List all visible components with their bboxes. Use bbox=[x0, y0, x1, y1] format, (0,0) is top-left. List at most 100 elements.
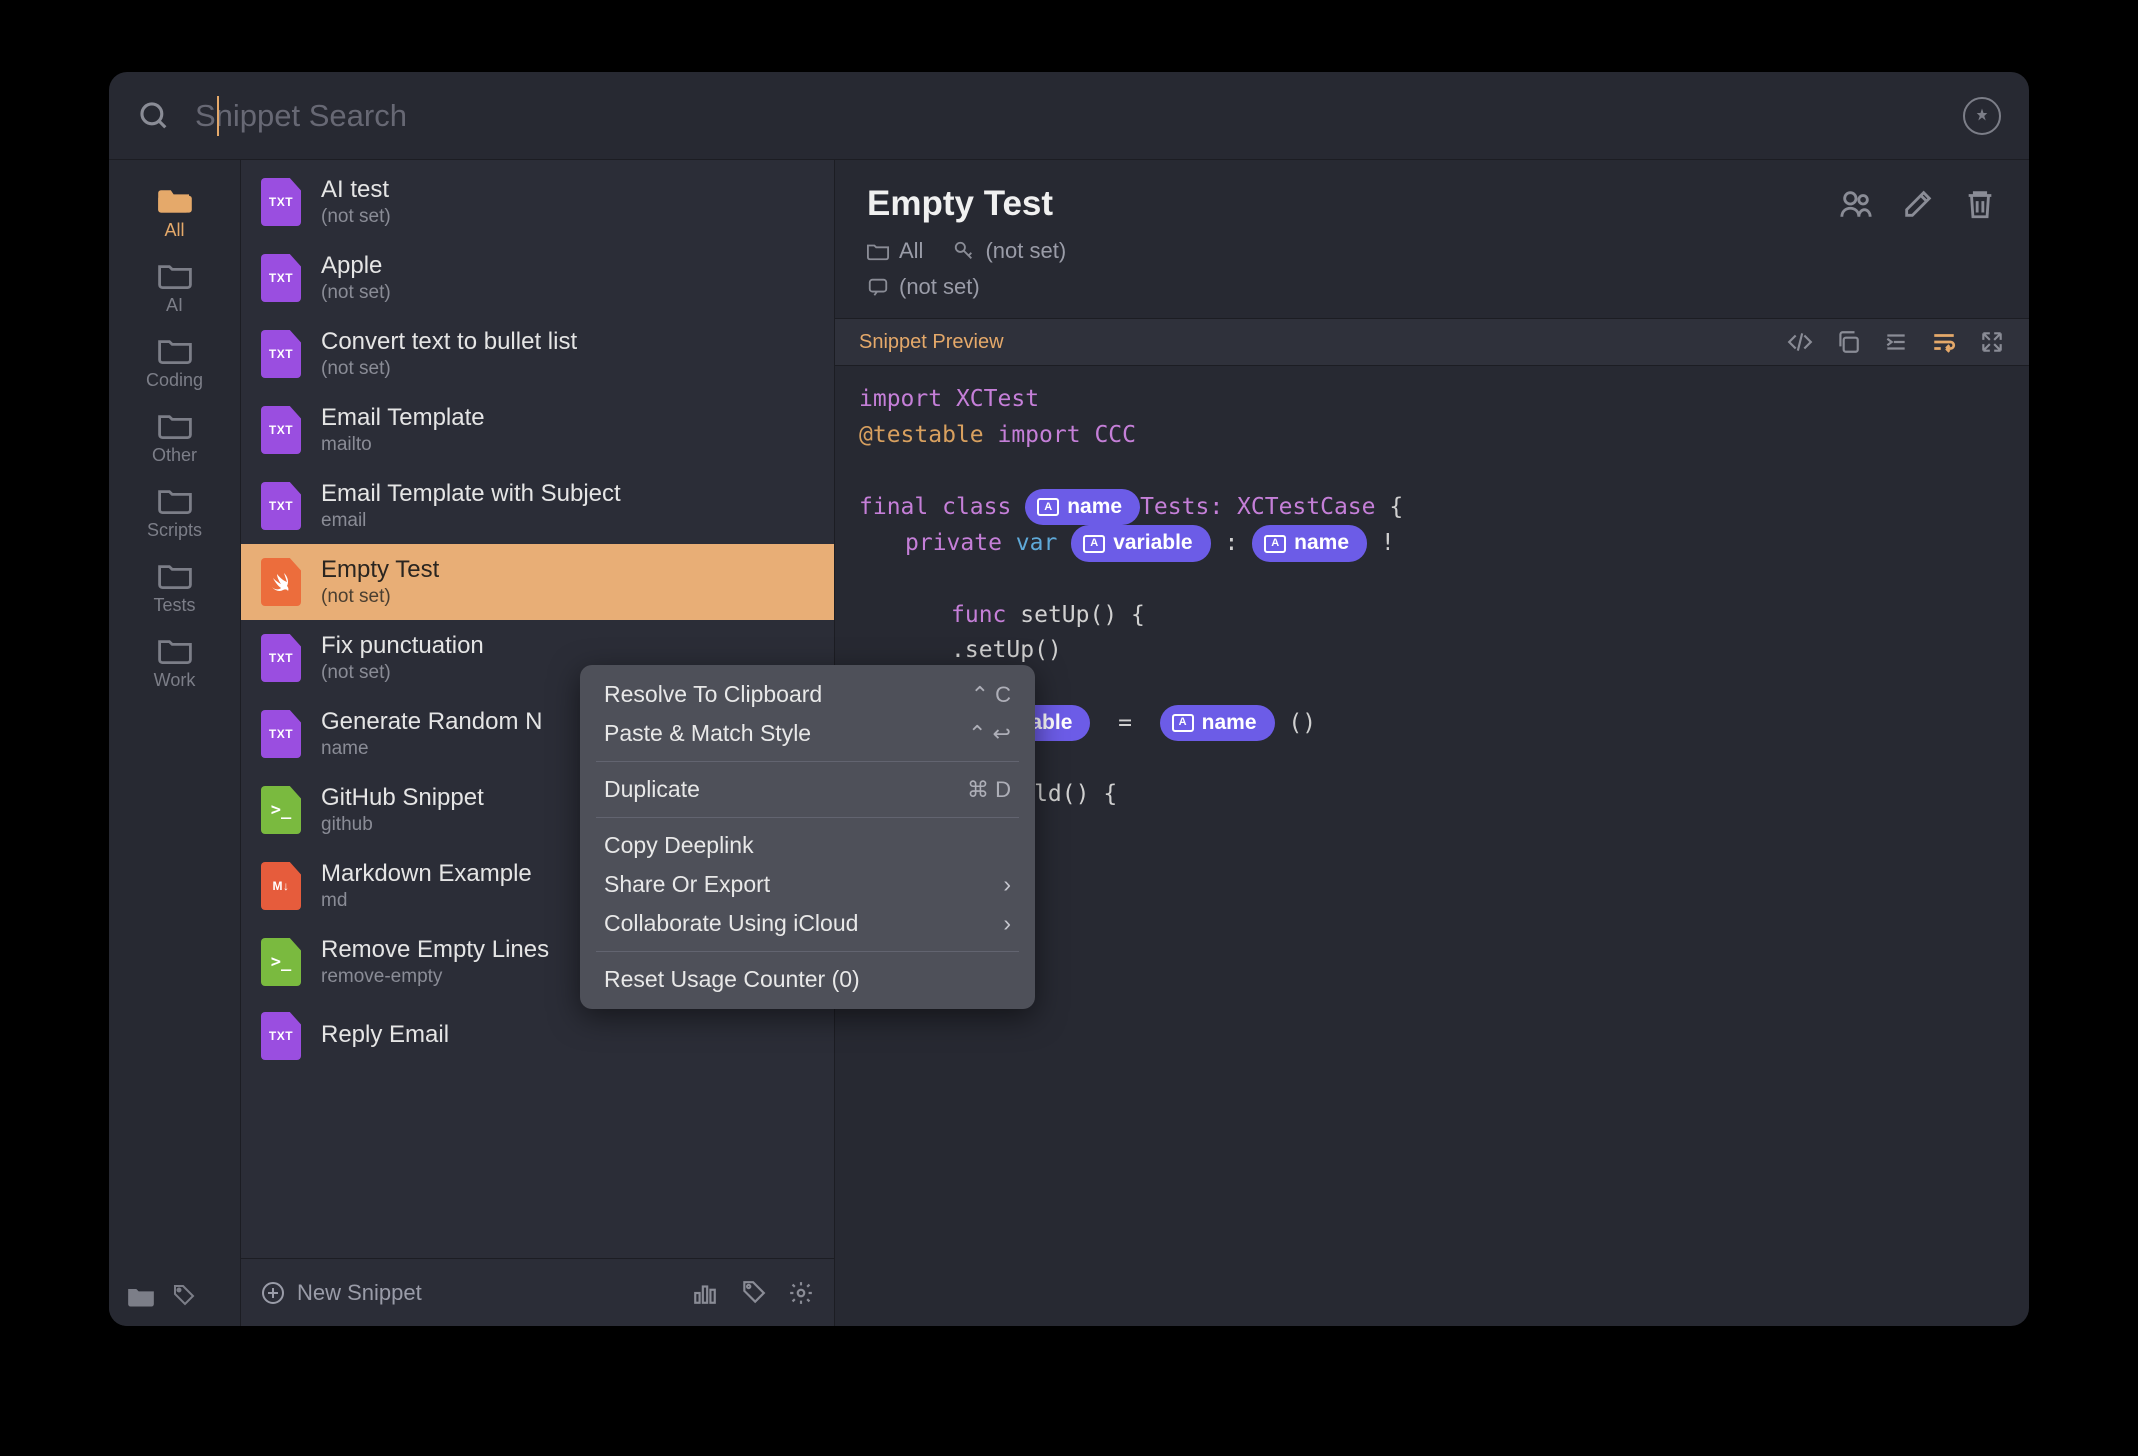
preview-header: Snippet Preview bbox=[835, 318, 2029, 366]
copy-icon[interactable] bbox=[1835, 329, 1861, 355]
snippet-item-selected[interactable]: Empty Test(not set) bbox=[241, 544, 834, 620]
punct: () bbox=[1288, 709, 1316, 735]
folder-icon bbox=[158, 336, 192, 364]
code-icon[interactable] bbox=[1787, 329, 1813, 355]
snippet-title: Markdown Example bbox=[321, 860, 532, 888]
detail-keyword-label: (not set) bbox=[985, 238, 1066, 264]
pin-icon bbox=[1973, 107, 1991, 125]
snippet-title: Remove Empty Lines bbox=[321, 936, 549, 964]
file-txt-icon: TXT bbox=[261, 406, 301, 454]
main-area: All AI Coding Other Scripts Tests bbox=[109, 160, 2029, 1326]
snippet-sub: github bbox=[321, 814, 484, 836]
file-txt-icon: TXT bbox=[261, 710, 301, 758]
ctx-resolve-clipboard[interactable]: Resolve To Clipboard⌃ C bbox=[580, 675, 1035, 714]
ctx-duplicate[interactable]: Duplicate⌘ D bbox=[580, 770, 1035, 809]
sidebar-item-ai[interactable]: AI bbox=[109, 249, 240, 324]
snippet-title: AI test bbox=[321, 176, 391, 204]
detail-note[interactable]: (not set) bbox=[867, 274, 980, 300]
file-txt-icon: TXT bbox=[261, 330, 301, 378]
ctx-copy-deeplink[interactable]: Copy Deeplink bbox=[580, 826, 1035, 865]
sidebar-item-other[interactable]: Other bbox=[109, 399, 240, 474]
chevron-right-icon: › bbox=[1003, 910, 1011, 937]
tag-small-icon[interactable] bbox=[169, 1284, 197, 1308]
snippet-item[interactable]: TXT Convert text to bullet list(not set) bbox=[241, 316, 834, 392]
snippet-item[interactable]: TXT Reply Email bbox=[241, 1000, 834, 1072]
ctx-collaborate-icloud[interactable]: Collaborate Using iCloud› bbox=[580, 904, 1035, 943]
snippet-item[interactable]: TXT Apple(not set) bbox=[241, 240, 834, 316]
key-icon bbox=[953, 240, 975, 262]
sidebar-item-coding[interactable]: Coding bbox=[109, 324, 240, 399]
kw: import bbox=[859, 386, 942, 412]
trash-icon[interactable] bbox=[1963, 187, 1997, 221]
snippet-item[interactable]: TXT Email Template with Subjectemail bbox=[241, 468, 834, 544]
snippet-title: Empty Test bbox=[321, 556, 439, 584]
folder-icon bbox=[158, 411, 192, 439]
snippet-item[interactable]: TXT Email Templatemailto bbox=[241, 392, 834, 468]
ctx-separator bbox=[596, 761, 1019, 762]
snippet-sub: (not set) bbox=[321, 206, 391, 228]
snippet-title: Fix punctuation bbox=[321, 632, 484, 660]
folder-icon bbox=[158, 486, 192, 514]
file-txt-icon: TXT bbox=[261, 178, 301, 226]
wrap-icon[interactable] bbox=[1931, 329, 1957, 355]
type: CCC bbox=[1094, 422, 1136, 448]
plus-circle-icon bbox=[261, 1281, 285, 1305]
snippet-sub: (not set) bbox=[321, 358, 577, 380]
sidebar-item-tests[interactable]: Tests bbox=[109, 549, 240, 624]
fn: setUp() { bbox=[1020, 602, 1145, 628]
ctx-reset-counter[interactable]: Reset Usage Counter (0) bbox=[580, 960, 1035, 999]
new-snippet-button[interactable]: New Snippet bbox=[261, 1280, 422, 1306]
expand-icon[interactable] bbox=[1979, 329, 2005, 355]
kw: private bbox=[905, 530, 1002, 556]
folder-icon bbox=[158, 636, 192, 664]
file-sh-icon: >_ bbox=[261, 938, 301, 986]
placeholder-pill[interactable]: Aname bbox=[1025, 489, 1140, 526]
snippet-title: GitHub Snippet bbox=[321, 784, 484, 812]
snippet-title: Generate Random N bbox=[321, 708, 542, 736]
snippet-sub: (not set) bbox=[321, 586, 439, 608]
tag-icon[interactable] bbox=[740, 1280, 766, 1306]
edit-icon[interactable] bbox=[1901, 187, 1935, 221]
ctx-paste-match[interactable]: Paste & Match Style⌃ ↩ bbox=[580, 714, 1035, 753]
kw: func bbox=[951, 602, 1006, 628]
sidebar-item-scripts[interactable]: Scripts bbox=[109, 474, 240, 549]
file-txt-icon: TXT bbox=[261, 254, 301, 302]
stats-icon[interactable] bbox=[692, 1280, 718, 1306]
snippet-sub: email bbox=[321, 510, 621, 532]
sidebar-item-all[interactable]: All bbox=[109, 174, 240, 249]
folder-icon bbox=[158, 261, 192, 289]
sidebar-label: AI bbox=[166, 295, 183, 316]
placeholder-pill[interactable]: Aname bbox=[1160, 705, 1275, 742]
pin-button[interactable] bbox=[1963, 97, 2001, 135]
type: Tests: bbox=[1140, 494, 1223, 520]
placeholder-pill[interactable]: Avariable bbox=[1071, 525, 1210, 562]
sidebar-label: Scripts bbox=[147, 520, 202, 541]
file-txt-icon: TXT bbox=[261, 634, 301, 682]
sidebar-label: All bbox=[164, 220, 184, 241]
detail-folder[interactable]: All bbox=[867, 238, 923, 264]
detail-header: Empty Test All (not set) bbox=[835, 160, 2029, 318]
folder-icon bbox=[158, 186, 192, 214]
snippet-title: Convert text to bullet list bbox=[321, 328, 577, 356]
sidebar-label: Coding bbox=[146, 370, 203, 391]
gear-icon[interactable] bbox=[788, 1280, 814, 1306]
sidebar-label: Tests bbox=[153, 595, 195, 616]
snippet-title: Reply Email bbox=[321, 1021, 449, 1049]
placeholder-pill[interactable]: Aname bbox=[1252, 525, 1367, 562]
sidebar-item-work[interactable]: Work bbox=[109, 624, 240, 699]
snippet-sub: (not set) bbox=[321, 282, 391, 304]
search-input[interactable] bbox=[195, 98, 1963, 134]
file-sh-icon: >_ bbox=[261, 786, 301, 834]
detail-keyword[interactable]: (not set) bbox=[953, 238, 1066, 264]
indent-icon[interactable] bbox=[1883, 329, 1909, 355]
context-menu: Resolve To Clipboard⌃ C Paste & Match St… bbox=[580, 665, 1035, 1009]
people-icon[interactable] bbox=[1839, 187, 1873, 221]
snippet-sub: mailto bbox=[321, 434, 485, 456]
ctx-share-export[interactable]: Share Or Export› bbox=[580, 865, 1035, 904]
type: XCTest bbox=[956, 386, 1039, 412]
detail-note-label: (not set) bbox=[899, 274, 980, 300]
file-txt-icon: TXT bbox=[261, 1012, 301, 1060]
snippet-item[interactable]: TXT AI test(not set) bbox=[241, 164, 834, 240]
folder-small-icon[interactable] bbox=[127, 1284, 155, 1308]
ctx-separator bbox=[596, 817, 1019, 818]
